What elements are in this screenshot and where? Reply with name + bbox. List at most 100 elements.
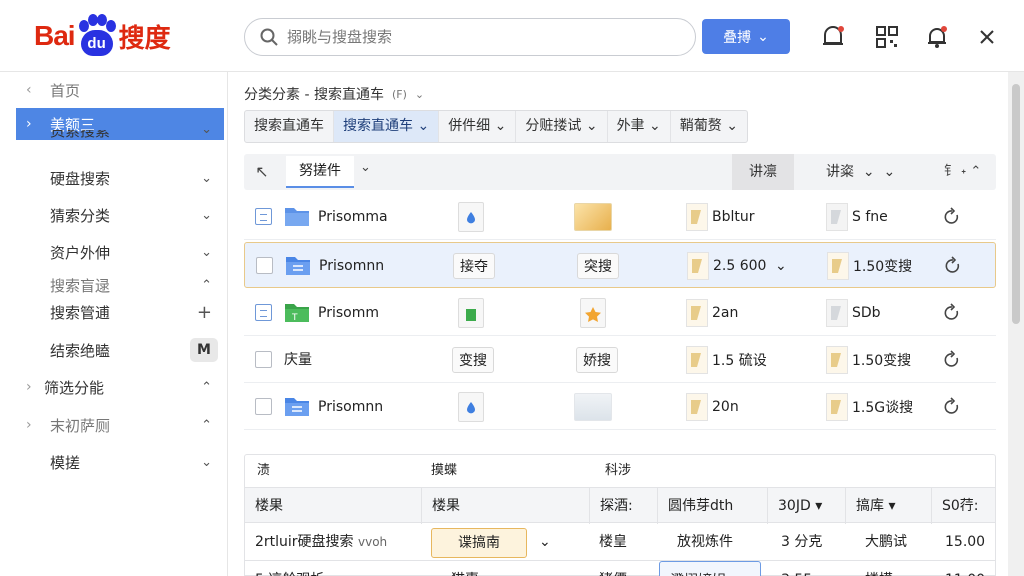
column-header[interactable]: 搞库 ▾ (845, 488, 931, 524)
row-checkbox[interactable] (255, 398, 272, 415)
row-checkbox[interactable] (255, 208, 272, 225)
sidebar-item-filter[interactable]: › 筛选分能 ⌃ (16, 371, 224, 403)
size-cell: Bbltur (686, 194, 755, 240)
refresh-icon[interactable] (942, 350, 962, 370)
tag-label[interactable]: 变搜 (452, 347, 494, 373)
tab-item[interactable]: 搜索直通车 (245, 111, 334, 142)
doc-icon (827, 252, 849, 280)
column-header[interactable]: 楼果 (421, 488, 589, 524)
column-header[interactable]: 圆伟芽dth (657, 488, 767, 524)
row-dropdown[interactable]: ⌄ (775, 243, 787, 289)
tag-label[interactable]: 娇搜 (576, 347, 618, 373)
size-cell: 1.5 硫设 (686, 337, 767, 383)
sort-label: 讲粢 (826, 164, 854, 180)
tab-item[interactable]: 鞘葡赘 ⌄ (671, 111, 747, 142)
file-row[interactable]: T Prisomm 2an SDb (244, 290, 996, 336)
sidebar-item-category[interactable]: 猜索分类 ⌄ (16, 199, 224, 231)
chevron-down-icon[interactable]: ⌄ (529, 523, 559, 561)
size-value: 20n (712, 399, 739, 415)
sidebar-item-label: 赀索搜素 (50, 130, 111, 140)
sidebar-item-end[interactable]: › 末初萨厕 ⌃ (16, 409, 224, 441)
column-header[interactable]: 30JD ▾ (767, 488, 845, 524)
sidebar-item-label: 硬盘搜索 (50, 169, 111, 188)
tag-label[interactable]: 突搜 (577, 253, 619, 279)
sidebar-item-result[interactable]: 结索绝瞌 M (16, 334, 224, 366)
chevron-down-icon: ⌄ (417, 118, 430, 134)
row-checkbox[interactable] (255, 351, 272, 368)
chevron-down-icon: ⌄ (494, 118, 507, 134)
highlighted-field[interactable]: 谍搞南 (431, 528, 527, 558)
tag-label[interactable]: 接夺 (453, 253, 495, 279)
breadcrumb-extra: (F) (391, 87, 407, 101)
row-checkbox[interactable] (255, 304, 272, 321)
chevron-up-icon: ⌃ (201, 417, 212, 433)
file-row[interactable]: Prisomma Bbltur S fne (244, 194, 996, 240)
tab-item[interactable]: 分赃搂试 ⌄ (516, 111, 608, 142)
refresh-icon[interactable] (942, 303, 962, 323)
file-row-selected[interactable]: Prisomnn 接夺 突搜 2.5 600 ⌄ 1.50变搜 (244, 242, 996, 288)
search-input[interactable] (287, 28, 667, 46)
chevron-up-icon: ⌃ (201, 379, 212, 395)
message-icon[interactable] (818, 22, 848, 52)
column-header[interactable]: 楼果 (245, 488, 421, 524)
close-icon[interactable] (972, 22, 1002, 52)
sidebar-item-search-manage[interactable]: 搜索管逋 + (16, 296, 224, 328)
shared-folder-icon (286, 257, 310, 275)
scrollbar-thumb[interactable] (1012, 84, 1020, 324)
chevron-up-icon: ⌃ (201, 277, 212, 293)
toolbar-button[interactable]: 讲凛 (732, 154, 794, 190)
sidebar-item-assets[interactable]: 资户外伸 ⌄ (16, 236, 224, 268)
panel-cell: 猪傈 (589, 561, 657, 576)
panel-row[interactable]: 2rtluir硬盘搜索 vvoh 谍搞南 ⌄ 楼皇 放视炼件 3 分克 大鹏试 … (245, 523, 995, 561)
row-checkbox[interactable] (256, 257, 273, 274)
chevron-down-icon[interactable]: ⌄ (415, 88, 424, 101)
chevron-down-icon: ⌄ (757, 28, 769, 45)
main-content: 分类分素 - 搜索直通车 (F) ⌄ 搜索直通车 搜索直通车 ⌄ 併件细 ⌄ 分… (228, 72, 1008, 576)
tab-item[interactable]: 外聿 ⌄ (608, 111, 671, 142)
tab-label: 搜索直通车 (254, 118, 324, 134)
sidebar-item-disk-search[interactable]: 硬盘搜索 ⌄ (16, 162, 224, 194)
back-arrow-icon[interactable]: ↖ (250, 160, 274, 184)
vertical-scrollbar[interactable] (1008, 72, 1024, 576)
sidebar-item-template[interactable]: 模搓 ⌄ (16, 446, 224, 478)
panel-cell: 搂摸 (855, 561, 931, 576)
file-name: 庆量 (284, 352, 312, 368)
more-menu[interactable]: 钅 ˖ ⌃ (944, 154, 981, 190)
refresh-icon[interactable] (943, 256, 963, 276)
caret-down-icon: ▾ (888, 498, 896, 514)
chevron-down-icon: ⌄ (201, 130, 212, 137)
column-header-label: 搞库 (856, 498, 884, 514)
baidu-logo[interactable]: Bai du 搜度 (34, 14, 171, 58)
panel-heading: 渍 (257, 463, 271, 478)
panel-row[interactable]: 5 凉舱观析 猫惠: 猪傈 澄搦嫡娟 3.55 … 搂摸 11.00 (245, 561, 995, 576)
logo-text-bai: Bai (34, 20, 76, 51)
cell-subtext: vvoh (358, 535, 388, 549)
column-header[interactable]: 探酒: (589, 488, 657, 524)
refresh-icon[interactable] (942, 207, 962, 227)
cell-text: 2rtluir硬盘搜索 (255, 534, 354, 550)
toolbar-tab[interactable]: 努搓件 (286, 156, 354, 188)
breadcrumb-text[interactable]: 分类分素 - 搜索直通车 (244, 84, 384, 104)
primary-button-label: 叠搏 (723, 29, 752, 46)
sidebar-item-home[interactable]: ‹ 首页 (16, 74, 224, 106)
chevron-down-icon[interactable]: ⌄ (360, 160, 371, 175)
column-header[interactable]: S0荇: (931, 488, 995, 524)
type-cell: 1.50变搜 (826, 337, 911, 383)
sort-dropdown[interactable]: 讲粢 ⌄ ⌄ (826, 154, 895, 190)
chevron-down-icon: ⌄ (649, 118, 661, 134)
qrcode-icon[interactable] (872, 22, 902, 52)
sidebar-item-sub[interactable]: 赀索搜素 ⌄ (16, 130, 224, 152)
panel-table-header: 楼果 楼果 探酒: 圆伟芽dth 30JD ▾ 搞库 ▾ S0荇: (245, 487, 995, 524)
highlighted-cell[interactable]: 澄搦嫡娟 (659, 561, 761, 576)
primary-dropdown-button[interactable]: 叠搏 ⌄ (702, 19, 790, 54)
menu-badge[interactable]: M (190, 338, 218, 362)
tab-item[interactable]: 併件细 ⌄ (439, 111, 517, 142)
refresh-icon[interactable] (942, 397, 962, 417)
file-row[interactable]: Prisomnn 20n 1.5G谈搜 (244, 384, 996, 430)
tab-label: 併件细 (448, 118, 491, 134)
bell-icon[interactable] (922, 22, 952, 52)
tab-item-active[interactable]: 搜索直通车 ⌄ (334, 111, 440, 142)
search-bar[interactable] (244, 18, 696, 56)
sidebar-item-label: 结索绝瞌 (50, 341, 111, 360)
file-row[interactable]: 庆量 变搜 娇搜 1.5 硫设 1.50变搜 (244, 337, 996, 383)
